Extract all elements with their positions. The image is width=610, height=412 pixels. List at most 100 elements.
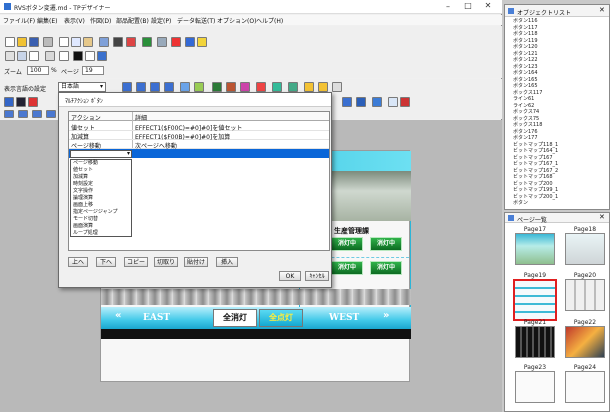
grid-icon[interactable]	[5, 51, 15, 61]
page-thumbnail-24[interactable]	[565, 371, 605, 403]
table-row[interactable]: 値セット EFFECT1($F00C)=#0]#0]を値セット	[69, 122, 329, 132]
print-icon[interactable]	[43, 37, 53, 47]
menu-transfer[interactable]: データ転送(T)	[177, 16, 215, 25]
cut-button[interactable]: 切取り	[154, 257, 178, 267]
align-tool-icon[interactable]	[28, 97, 38, 107]
table-row[interactable]: ページ移動 次ページへ移動	[69, 140, 329, 150]
layers-icon[interactable]	[45, 51, 55, 61]
move-up-button[interactable]: 上へ	[68, 257, 88, 267]
list-part-icon[interactable]	[332, 82, 342, 92]
lamp-button[interactable]: 消灯中	[370, 237, 402, 251]
page-thumbnail-23[interactable]	[515, 371, 555, 403]
menu-view[interactable]: 表示(V)	[64, 16, 85, 25]
open-folder-icon[interactable]	[17, 37, 27, 47]
dropdown-option[interactable]: 値セット	[71, 167, 131, 174]
parts-icon[interactable]	[142, 37, 152, 47]
line-color-icon[interactable]	[85, 51, 95, 61]
paste-button[interactable]: 貼付け	[184, 257, 208, 267]
list-item[interactable]: ボタン	[507, 200, 607, 207]
table-part-icon[interactable]	[272, 82, 282, 92]
rotate-tool-icon[interactable]	[32, 110, 42, 118]
table-row[interactable]: 加減算 EFFECT1($F00B)=#0]#0]を加算	[69, 131, 329, 141]
blue-tool-icon[interactable]	[185, 37, 195, 47]
draw-text-icon[interactable]	[180, 82, 190, 92]
page-thumbnail-22[interactable]	[565, 326, 605, 358]
menu-edit[interactable]: 編集(E)	[37, 16, 57, 25]
group-tool-icon[interactable]	[4, 110, 14, 118]
new-file-icon[interactable]	[5, 37, 15, 47]
tool-icon[interactable]	[126, 37, 136, 47]
dropdown-option[interactable]: ループ処理	[71, 230, 131, 237]
all-on-button[interactable]: 全点灯	[259, 309, 303, 327]
dropdown-option[interactable]: 指定ページジャンプ	[71, 209, 131, 216]
panel-close-icon[interactable]: ✕	[599, 213, 605, 221]
draw-bitmap-icon[interactable]	[194, 82, 204, 92]
draw-poly-icon[interactable]	[164, 82, 174, 92]
dropdown-option[interactable]: ページ移動	[71, 160, 131, 167]
fill-color-icon[interactable]	[73, 51, 83, 61]
insert-button[interactable]: 挿入	[216, 257, 238, 267]
image-part-icon[interactable]	[342, 97, 352, 107]
west-arrow-icon[interactable]: »	[383, 310, 389, 321]
all-off-button[interactable]: 全消灯	[213, 309, 257, 327]
layout-icon[interactable]	[17, 51, 27, 61]
menu-parts[interactable]: 部品配置(B)	[116, 16, 149, 25]
lamp-button[interactable]: 消灯中	[370, 261, 402, 275]
dropdown-option[interactable]: 文字操作	[71, 188, 131, 195]
dropdown-option[interactable]: 論理演算	[71, 195, 131, 202]
east-arrow-icon[interactable]: «	[115, 310, 121, 321]
action-dropdown-list[interactable]: ページ移動 値セット 加減算 時刻設定 文字操作 論理演算 画面上移 指定ページ…	[70, 159, 132, 237]
graph-part-icon[interactable]	[256, 82, 266, 92]
monitor-icon[interactable]	[113, 37, 123, 47]
language-select[interactable]: 日本語 ▾	[58, 82, 106, 92]
special-part-icon[interactable]	[400, 97, 410, 107]
menu-file[interactable]: ファイル(F)	[3, 16, 35, 25]
dropdown-option[interactable]: 画面上移	[71, 202, 131, 209]
menu-draw[interactable]: 作図(D)	[90, 16, 111, 25]
minimize-button[interactable]: –	[442, 2, 454, 11]
folder-part-icon[interactable]	[318, 82, 328, 92]
copy-button[interactable]: コピー	[124, 257, 148, 267]
maximize-button[interactable]: □	[462, 1, 474, 10]
page-thumbnail-20[interactable]	[565, 279, 605, 311]
order-tool-icon[interactable]	[18, 110, 28, 118]
draw-circle-icon[interactable]	[150, 82, 160, 92]
select-tool-icon[interactable]	[16, 97, 26, 107]
calendar-part-icon[interactable]	[372, 97, 382, 107]
cancel-button[interactable]: ｷｬﾝｾﾙ	[305, 271, 329, 281]
pen-part-icon[interactable]	[356, 97, 366, 107]
menu-help[interactable]: ヘルプ(H)	[256, 16, 283, 25]
check-icon[interactable]	[157, 37, 167, 47]
panel-close-icon[interactable]: ✕	[599, 6, 605, 14]
lamp-button[interactable]: 消灯中	[331, 237, 363, 251]
action-select[interactable]: ▾	[70, 150, 132, 158]
menu-options[interactable]: オプション(O)	[217, 16, 256, 25]
copy-icon[interactable]	[71, 37, 81, 47]
page-thumbnail-17[interactable]	[515, 233, 555, 265]
dropdown-option[interactable]: 時刻設定	[71, 181, 131, 188]
zoom-select[interactable]: 100	[27, 66, 49, 75]
lamp-button[interactable]: 消灯中	[331, 261, 363, 275]
numeric-part-icon[interactable]	[288, 82, 298, 92]
flip-tool-icon[interactable]	[46, 110, 56, 118]
text-part-icon[interactable]	[388, 97, 398, 107]
draw-box-icon[interactable]	[136, 82, 146, 92]
move-down-button[interactable]: 下へ	[96, 257, 116, 267]
page-number-input[interactable]: 19	[82, 66, 104, 75]
switch-part-icon[interactable]	[226, 82, 236, 92]
lamp-part-icon[interactable]	[212, 82, 222, 92]
page-thumbnail-18[interactable]	[565, 233, 605, 265]
cut-icon[interactable]	[59, 37, 69, 47]
alarm-part-icon[interactable]	[304, 82, 314, 92]
window-icon[interactable]	[29, 51, 39, 61]
meter-part-icon[interactable]	[240, 82, 250, 92]
save-icon[interactable]	[29, 37, 39, 47]
dropdown-option[interactable]: モード切替	[71, 216, 131, 223]
star-icon[interactable]	[197, 37, 207, 47]
draw-line-icon[interactable]	[122, 82, 132, 92]
menu-settings[interactable]: 設定(P)	[151, 16, 171, 25]
dropdown-option[interactable]: 加減算	[71, 174, 131, 181]
close-button[interactable]: ✕	[482, 1, 494, 10]
ok-button[interactable]: OK	[279, 271, 301, 281]
screen-icon[interactable]	[97, 51, 107, 61]
